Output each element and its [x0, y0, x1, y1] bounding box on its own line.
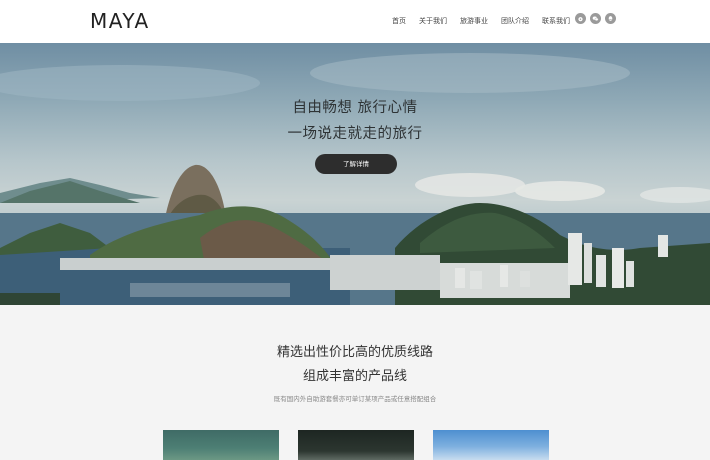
nav-item-home[interactable]: 首页 [392, 16, 406, 26]
site-logo[interactable]: MAYA [90, 9, 150, 33]
social-links [575, 13, 620, 24]
nav-item-team[interactable]: 团队介绍 [501, 16, 529, 26]
route-card-image[interactable] [433, 430, 549, 460]
section-subtitle: 既有国内外自助游套餐亦可单订某项产品或任意搭配组合 [273, 395, 437, 403]
main-nav: 首页 关于我们 旅游事业 团队介绍 联系我们 [392, 16, 583, 26]
learn-more-button[interactable]: 了解详情 [315, 154, 397, 174]
hero-banner: 自由畅想 旅行心情 一场说走就走的旅行 了解详情 [0, 43, 710, 305]
section-title-secondary: 组成丰富的产品线 [302, 369, 407, 384]
nav-item-contact[interactable]: 联系我们 [542, 16, 570, 26]
route-card-image[interactable] [163, 430, 279, 460]
hero-landscape-image [0, 53, 710, 305]
site-header: MAYA 首页 关于我们 旅游事业 团队介绍 联系我们 [0, 0, 710, 43]
nav-item-about[interactable]: 关于我们 [419, 16, 447, 26]
hero-headline: 自由畅想 旅行心情 [292, 100, 418, 116]
nav-item-tourism[interactable]: 旅游事业 [460, 16, 488, 26]
section-title: 精选出性价比高的优质线路 [276, 345, 433, 360]
routes-section: 精选出性价比高的优质线路 组成丰富的产品线 既有国内外自助游套餐亦可单订某项产品… [0, 305, 710, 460]
route-card-image[interactable] [298, 430, 414, 460]
hero-subheadline: 一场说走就走的旅行 [287, 126, 423, 142]
qq-icon[interactable] [605, 13, 616, 24]
wechat-icon[interactable] [590, 13, 601, 24]
weibo-icon[interactable] [575, 13, 586, 24]
